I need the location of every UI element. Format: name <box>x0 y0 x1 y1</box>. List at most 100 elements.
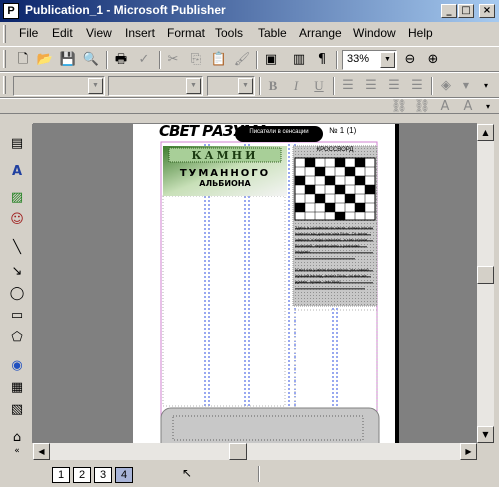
scroll-down-icon[interactable]: ▼ <box>477 426 494 443</box>
font-size-select[interactable]: ▼ <box>207 76 255 96</box>
toolbar-separator <box>256 51 258 69</box>
headline-line-1[interactable]: КАМНИ <box>169 149 281 162</box>
horizontal-scroll-thumb[interactable] <box>229 443 247 460</box>
menu-bar: File Edit View Insert Format Tools Table… <box>0 22 499 44</box>
text-box-icon[interactable]: A <box>6 162 28 182</box>
open-icon[interactable]: 📂 <box>35 50 55 70</box>
vertical-scrollbar[interactable]: ▲ ▼ <box>477 124 494 443</box>
bold-icon[interactable]: B <box>263 76 283 96</box>
select-icon[interactable]: ▤ <box>6 134 28 154</box>
search-icon[interactable]: 🔍 <box>81 50 101 70</box>
chevron-down-icon[interactable]: ▼ <box>238 78 253 94</box>
minimize-button[interactable]: _ <box>441 4 457 18</box>
toolbar-grip[interactable] <box>3 76 6 94</box>
headline-line-2[interactable]: ТУМАННОГО <box>163 168 287 179</box>
headline-line-3[interactable]: АЛЬБИОНА <box>163 179 287 188</box>
insert-picture-icon[interactable]: ▣ <box>261 50 281 70</box>
chevron-down-icon[interactable]: ▼ <box>380 52 395 68</box>
design-gallery-icon[interactable]: ▧ <box>6 400 28 420</box>
more-icon[interactable]: ▾ <box>478 97 498 117</box>
justify-icon[interactable]: ☰ <box>407 76 427 96</box>
oval-icon[interactable]: ◯ <box>6 284 28 304</box>
new-icon[interactable]: 🗋 <box>13 50 33 70</box>
spelling-icon[interactable]: ✓ <box>134 50 154 70</box>
columns-icon[interactable]: ▥ <box>289 50 309 70</box>
hotspot-icon[interactable]: ◉ <box>6 356 28 376</box>
vertical-scroll-thumb[interactable] <box>477 266 494 284</box>
page-tab-2[interactable]: 2 <box>73 467 91 483</box>
toolbar-separator <box>106 51 108 69</box>
zoom-select[interactable]: 33% ▼ <box>342 50 397 70</box>
clip-art-icon[interactable]: ☺ <box>6 210 28 230</box>
align-right-icon[interactable]: ☰ <box>384 76 404 96</box>
sidebar-text-2[interactable]: И вот что у меня получилось (на самый лу… <box>295 267 375 293</box>
picture-icon[interactable]: ▨ <box>6 188 28 208</box>
cursor-position-icon: ↖ <box>182 466 193 480</box>
fill-color-icon[interactable]: ◈ <box>436 76 456 96</box>
toolbar-separator <box>431 77 433 95</box>
menu-tools[interactable]: Tools <box>215 26 243 40</box>
underline-icon[interactable]: U <box>309 76 329 96</box>
font-select[interactable]: ▼ <box>108 76 203 96</box>
menu-file[interactable]: File <box>19 26 38 40</box>
maximize-button[interactable]: □ <box>458 4 474 18</box>
menu-help[interactable]: Help <box>408 26 433 40</box>
form-control-icon[interactable]: ▦ <box>6 378 28 398</box>
align-left-icon[interactable]: ☰ <box>338 76 358 96</box>
publisher-icon[interactable]: P <box>3 3 19 19</box>
arrow-icon[interactable]: ↘ <box>6 262 28 282</box>
more-icon[interactable]: ▾ <box>476 76 496 96</box>
zoom-out-icon[interactable]: ⊖ <box>400 50 420 70</box>
connect-toolbar: ⛓ ⛓ A A ▾ <box>0 98 499 114</box>
pilcrow-icon[interactable]: ¶ <box>312 50 332 70</box>
status-separator <box>258 466 260 482</box>
horizontal-ruler[interactable] <box>33 114 477 124</box>
more-icon[interactable]: « <box>6 446 28 458</box>
print-icon[interactable]: 🖶 <box>111 50 131 70</box>
cut-icon[interactable]: ✂ <box>163 50 183 70</box>
crossword-title[interactable]: КРОССВОРД <box>293 147 377 153</box>
menubar-grip[interactable] <box>3 25 6 43</box>
menu-view[interactable]: View <box>86 26 112 40</box>
publication-page[interactable]: СВЕТ РАЗУМА Писатели в сенсации № 1 (1) … <box>133 124 399 443</box>
workspace[interactable]: СВЕТ РАЗУМА Писатели в сенсации № 1 (1) … <box>33 124 477 443</box>
paste-icon[interactable]: 📋 <box>209 50 229 70</box>
issue-number[interactable]: № 1 (1) <box>329 126 356 135</box>
style-select[interactable]: ▼ <box>13 76 105 96</box>
menu-format[interactable]: Format <box>167 26 205 40</box>
align-center-icon[interactable]: ☰ <box>361 76 381 96</box>
chevron-down-icon[interactable]: ▼ <box>186 78 201 94</box>
horizontal-scrollbar[interactable]: ◀ ▶ <box>33 443 477 460</box>
status-bar: 1 2 3 4 ↖ <box>0 460 499 487</box>
italic-icon[interactable]: I <box>286 76 306 96</box>
standard-toolbar: 🗋 📂 💾 🔍 🖶 ✓ ✂ ⎘ 📋 🖌 ▣ ▥ ¶ 33% ▼ ⊖ ⊕ <box>0 46 499 72</box>
menu-arrange[interactable]: Arrange <box>299 26 342 40</box>
close-button[interactable]: × <box>479 4 495 18</box>
scroll-right-icon[interactable]: ▶ <box>460 443 477 460</box>
toolbar-separator <box>333 77 335 95</box>
page-tab-3[interactable]: 3 <box>94 467 112 483</box>
format-painter-icon[interactable]: 🖌 <box>232 50 252 70</box>
chevron-down-icon[interactable]: ▼ <box>456 76 476 96</box>
more-icon[interactable]: ⌂ <box>6 428 28 448</box>
line-icon[interactable]: ╲ <box>6 238 28 258</box>
scroll-left-icon[interactable]: ◀ <box>33 443 50 460</box>
crossword-grid <box>294 157 376 221</box>
menu-window[interactable]: Window <box>353 26 396 40</box>
objects-toolbar: ▤ A ▨ ☺ ╲ ↘ ◯ ▭ ⬠ ◉ ▦ ▧ ⌂ <box>0 124 33 445</box>
page-tab-4[interactable]: 4 <box>115 467 133 483</box>
rectangle-icon[interactable]: ▭ <box>6 306 28 326</box>
copy-icon[interactable]: ⎘ <box>186 50 206 70</box>
menu-edit[interactable]: Edit <box>52 26 73 40</box>
header-badge[interactable]: Писатели в сенсации <box>239 129 319 135</box>
page-tab-1[interactable]: 1 <box>52 467 70 483</box>
scroll-up-icon[interactable]: ▲ <box>477 124 494 141</box>
zoom-in-icon[interactable]: ⊕ <box>423 50 443 70</box>
save-icon[interactable]: 💾 <box>58 50 78 70</box>
menu-table[interactable]: Table <box>258 26 287 40</box>
sidebar-text-1[interactable]: Здесь в основном по части, только что по… <box>295 225 375 261</box>
autoshapes-icon[interactable]: ⬠ <box>6 328 28 348</box>
chevron-down-icon[interactable]: ▼ <box>88 78 103 94</box>
menu-insert[interactable]: Insert <box>125 26 155 40</box>
toolbar-grip[interactable] <box>3 50 6 68</box>
